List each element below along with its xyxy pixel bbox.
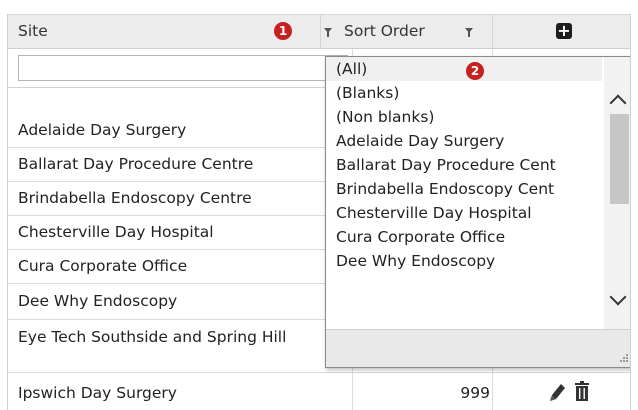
pencil-icon[interactable] (548, 381, 566, 403)
callout-badge-1: 1 (274, 22, 292, 40)
dropdown-footer (326, 329, 630, 367)
table-row[interactable]: Ipswich Day Surgery 999 (8, 373, 630, 410)
filter-option[interactable]: Dee Why Endoscopy (326, 249, 602, 273)
site-filter-input[interactable] (18, 55, 348, 81)
sites-grid: Site 1 Sort Order + Adelaide Day Surgery… (7, 14, 631, 410)
add-row-button[interactable]: + (556, 23, 572, 39)
trash-icon[interactable] (574, 380, 590, 402)
column-divider (492, 14, 493, 48)
column-divider (320, 14, 321, 48)
chevron-down-icon[interactable] (609, 288, 627, 306)
site-cell: Cura Corporate Office (18, 257, 188, 275)
filter-option[interactable]: Brindabella Endoscopy Cent (326, 177, 602, 201)
filter-option-blanks[interactable]: (Blanks) (326, 81, 602, 105)
site-cell: Adelaide Day Surgery (18, 121, 187, 139)
grid-header: Site 1 Sort Order + (8, 14, 630, 49)
filter-option[interactable]: Ballarat Day Procedure Cent (326, 153, 602, 177)
site-cell: Dee Why Endoscopy (18, 292, 178, 310)
site-cell: Eye Tech Southside and Spring Hill (18, 328, 287, 346)
site-column-header[interactable]: Site (18, 14, 48, 48)
site-cell: Ipswich Day Surgery (18, 384, 177, 402)
filter-option-non-blanks[interactable]: (Non blanks) (326, 105, 602, 129)
site-cell: Ballarat Day Procedure Centre (18, 155, 254, 173)
sort-order-column-header[interactable]: Sort Order (344, 14, 425, 48)
filter-dropdown[interactable]: (All) (Blanks) (Non blanks) Adelaide Day… (325, 56, 630, 368)
filter-option[interactable]: Chesterville Day Hospital (326, 201, 602, 225)
chevron-up-icon[interactable] (609, 94, 627, 112)
plus-square-icon: + (557, 21, 571, 40)
site-filter-icon[interactable] (323, 27, 333, 39)
callout-badge-2: 2 (466, 62, 484, 80)
site-cell: Brindabella Endoscopy Centre (18, 189, 252, 207)
sort-order-cell: 999 (460, 384, 490, 402)
filter-option[interactable]: Adelaide Day Surgery (326, 129, 602, 153)
filter-option-all[interactable]: (All) (326, 57, 602, 81)
filter-option[interactable]: Cura Corporate Office (326, 225, 602, 249)
site-cell: Chesterville Day Hospital (18, 223, 214, 241)
sort-order-filter-icon[interactable] (464, 27, 474, 39)
resize-grip-icon[interactable] (620, 354, 628, 362)
scrollbar-thumb[interactable] (610, 114, 629, 204)
filter-option-list[interactable]: (All) (Blanks) (Non blanks) Adelaide Day… (326, 57, 602, 329)
dropdown-scrollbar[interactable] (604, 57, 630, 329)
